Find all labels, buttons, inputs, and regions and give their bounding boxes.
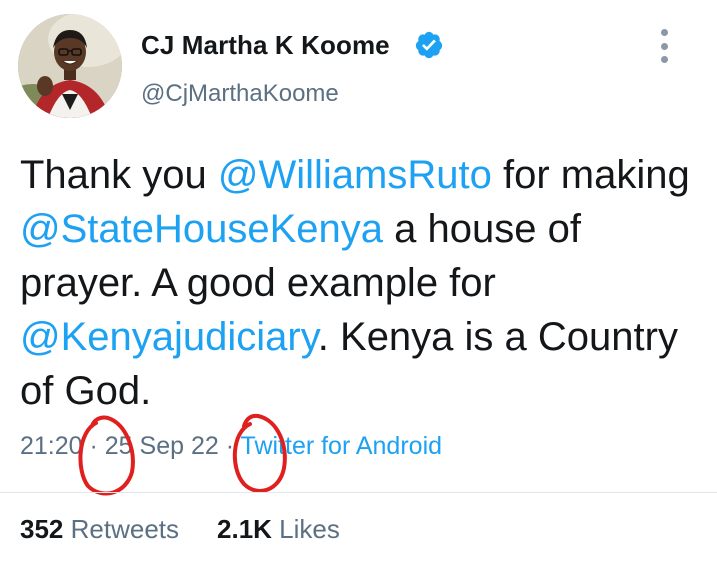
tweet-stats: 352 Retweets 2.1K Likes — [20, 514, 340, 545]
divider — [0, 492, 717, 493]
retweets-count: 352 — [20, 514, 64, 544]
tweet-card: CJ Martha K Koome @CjMarthaKoome Thank y… — [0, 0, 717, 571]
display-name[interactable]: CJ Martha K Koome — [141, 30, 390, 61]
more-vertical-icon-dot — [660, 29, 668, 36]
likes-stat[interactable]: 2.1K Likes — [217, 514, 340, 544]
avatar[interactable] — [18, 14, 122, 118]
meta-separator: · — [82, 432, 105, 460]
more-options-button[interactable] — [652, 26, 676, 66]
retweets-stat[interactable]: 352 Retweets — [20, 514, 179, 544]
tweet-text-part: for making — [491, 153, 690, 197]
meta-separator: · — [218, 432, 241, 460]
likes-count: 2.1K — [217, 514, 272, 544]
tweet-date[interactable]: 25 Sep 22 — [105, 432, 219, 460]
mention-link-kenyajudiciary[interactable]: @Kenyajudiciary — [20, 315, 318, 359]
tweet-source-link[interactable]: Twitter for Android — [241, 432, 442, 460]
mention-link-statehousekenya[interactable]: @StateHouseKenya — [20, 207, 383, 251]
profile-photo — [18, 14, 122, 118]
retweets-label: Retweets — [70, 514, 180, 544]
user-handle[interactable]: @CjMarthaKoome — [141, 80, 339, 108]
verified-badge-icon — [415, 31, 443, 59]
tweet-text-part: Thank you — [20, 153, 218, 197]
mention-link-williamsruto[interactable]: @WilliamsRuto — [218, 153, 492, 197]
tweet-text: Thank you @WilliamsRuto for making @Stat… — [20, 148, 700, 418]
likes-label: Likes — [279, 514, 340, 544]
more-vertical-icon-dot — [660, 42, 668, 50]
more-vertical-icon-dot — [660, 56, 668, 63]
tweet-metadata: 21:20 · 25 Sep 22 · Twitter for Android — [20, 432, 442, 461]
tweet-time[interactable]: 21:20 — [20, 432, 83, 460]
